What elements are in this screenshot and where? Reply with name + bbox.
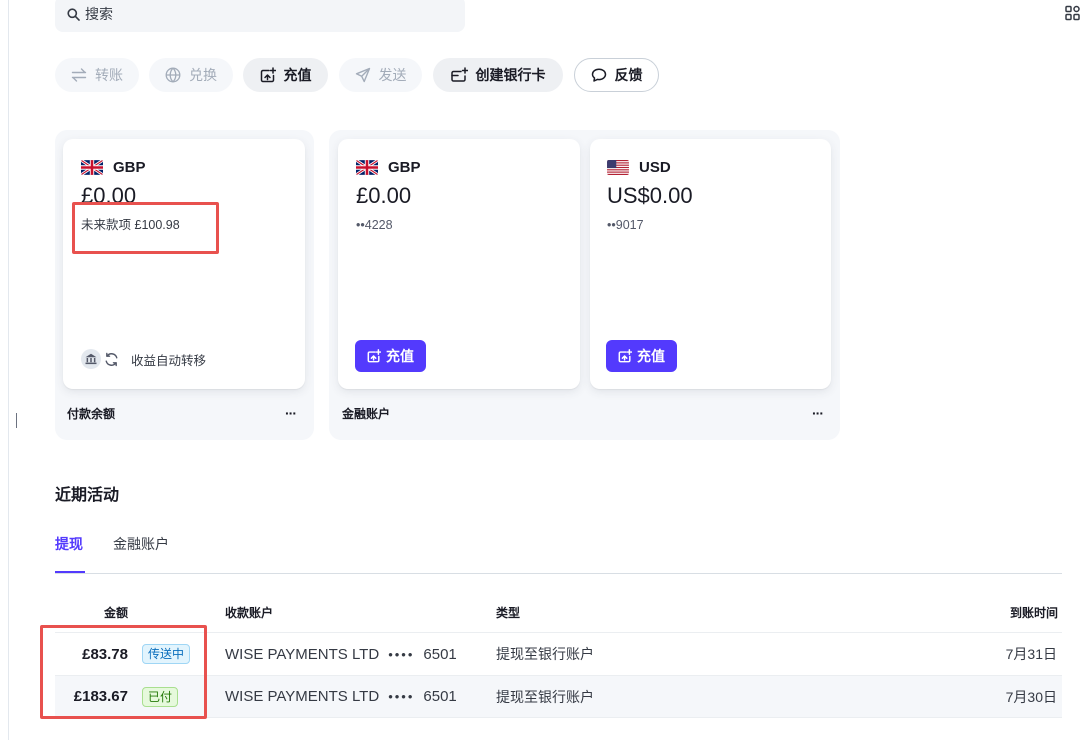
apps-grid-icon[interactable] [1065,5,1080,21]
currency-code: GBP [388,159,421,176]
tabs-divider [55,573,1062,574]
transfer-icon [71,68,87,82]
topup-button-gbp[interactable]: 充值 [355,340,426,372]
financial-accounts-label: 金融账户 [342,407,391,421]
payout-type: 提现至银行账户 [496,688,594,705]
us-flag-icon [607,160,629,175]
add-funds-button-label: 充值 [283,67,312,83]
column-header-arrival[interactable]: 到账时间 [958,604,1058,620]
exchange-button-label: 兑换 [189,67,217,83]
balance-amount: £0.00 [81,183,137,208]
payout-amount: £183.67 [73,688,128,705]
destination-account: WISE PAYMENTS LTD •••• 6501 [225,676,457,717]
topup-button-label: 充值 [637,348,665,364]
search-bar[interactable] [55,0,465,32]
card-plus-icon [450,67,468,82]
payments-balance-label: 付款余额 [67,407,116,421]
bank-icon [81,349,101,369]
table-row[interactable]: £83.78 传送中 WISE PAYMENTS LTD •••• 6501 提… [55,633,1062,676]
payments-balance-card[interactable]: GBP £0.00 未来款项 £100.98 收益自动转移 [63,139,305,389]
balance-amount: £0.00 [356,183,412,208]
account-last4: 6501 [423,645,457,663]
transfer-button[interactable]: 转账 [55,58,139,92]
search-input[interactable] [85,4,445,24]
text-caret [16,413,17,428]
currency-code: USD [639,159,671,176]
transfer-button-label: 转账 [95,67,123,83]
topup-button-label: 充值 [386,348,414,364]
arrival-date: 7月31日 [1005,646,1057,662]
send-button-label: 发送 [378,67,407,83]
chat-bubble-icon [591,68,606,82]
currency-row: GBP [356,159,421,176]
refresh-icon [105,352,118,366]
add-funds-icon [618,349,632,363]
future-funds-amount: £100.98 [134,218,180,232]
status-badge: 已付 [142,686,179,707]
globe-icon [165,67,181,83]
payout-amount: £83.78 [82,645,128,663]
destination-account: WISE PAYMENTS LTD •••• 6501 [225,633,457,675]
feedback-button[interactable]: 反馈 [574,58,659,92]
uk-flag-icon [356,160,378,175]
auto-transfer-status: 收益自动转移 [81,349,206,369]
add-funds-icon [260,67,276,83]
search-icon [67,7,80,21]
payout-type: 提现至银行账户 [496,646,594,662]
exchange-button[interactable]: 兑换 [149,58,233,92]
uk-flag-icon [81,160,103,175]
account-mask: •••• [388,689,415,704]
status-cell: 传送中 [142,633,191,675]
account-name: WISE PAYMENTS LTD [225,645,380,663]
send-icon [355,67,370,83]
status-cell: 已付 [142,676,179,717]
add-funds-icon [367,349,381,363]
financial-account-card-gbp[interactable]: GBP £0.00 ••4228 充值 [338,139,580,389]
payments-balance-group: GBP £0.00 未来款项 £100.98 收益自动转移 付款余额 ··· [55,130,314,440]
topup-button-usd[interactable]: 充值 [606,340,677,372]
tab-payouts[interactable]: 提现 [55,535,83,553]
auto-transfer-label: 收益自动转移 [131,353,207,368]
tab-financial-accounts[interactable]: 金融账户 [113,535,169,553]
section-title: 近期活动 [55,487,120,504]
payments-balance-more-button[interactable]: ··· [285,405,297,421]
column-header-amount[interactable]: 金额 [55,604,128,620]
column-header-type[interactable]: 类型 [496,604,520,620]
financial-accounts-group: GBP £0.00 ••4228 充值 USD US$0.00 ••9017 充… [329,130,840,440]
financial-accounts-more-button[interactable]: ··· [812,405,824,421]
arrival-date: 7月30日 [1005,688,1057,705]
account-number: ••9017 [607,218,644,232]
currency-row: USD [607,159,671,176]
currency-code: GBP [113,159,146,176]
future-funds-label: 未来款项 [81,218,132,232]
status-badge: 传送中 [142,644,191,664]
create-card-button[interactable]: 创建银行卡 [433,58,563,92]
create-card-button-label: 创建银行卡 [475,67,546,83]
account-number: ••4228 [356,218,393,232]
table-row[interactable]: £183.67 已付 WISE PAYMENTS LTD •••• 6501 提… [55,676,1062,718]
account-mask: •••• [388,646,415,662]
add-funds-button[interactable]: 充值 [243,58,328,92]
account-name: WISE PAYMENTS LTD [225,688,380,705]
feedback-button-label: 反馈 [614,67,643,83]
column-header-account[interactable]: 收款账户 [225,604,273,620]
currency-row: GBP [81,159,146,176]
account-last4: 6501 [423,688,457,705]
balance-amount: US$0.00 [607,183,693,208]
sidebar-divider [8,0,9,740]
future-funds: 未来款项 £100.98 [81,217,180,233]
send-button[interactable]: 发送 [339,58,422,92]
financial-account-card-usd[interactable]: USD US$0.00 ••9017 充值 [590,139,831,389]
